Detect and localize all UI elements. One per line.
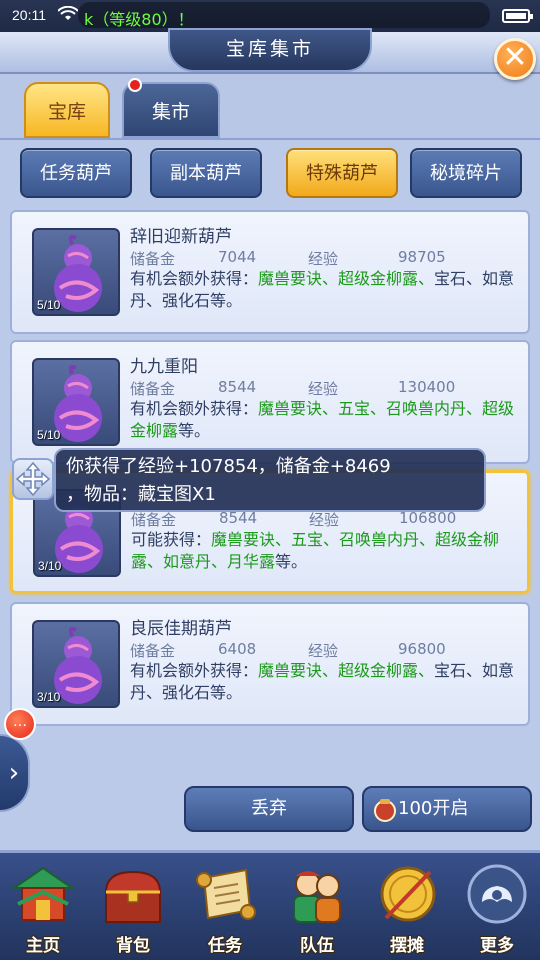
nav-tasks[interactable]: 任务: [184, 862, 266, 958]
item-description: 有机会额外获得：魔兽要诀、超级金柳露、宝石、如意丹、强化石等。: [130, 660, 522, 704]
jar-icon: [374, 799, 396, 822]
filter-secret-fragment[interactable]: 秘境碎片: [410, 148, 522, 198]
reserve-label: 储备金: [130, 380, 176, 398]
desc-prefix: 有机会额外获得：: [130, 399, 259, 418]
more-cloud-icon: [467, 864, 527, 924]
desc-highlight: 魔兽要诀、超级金柳露、: [258, 269, 435, 288]
nav-label: 任务: [208, 936, 242, 956]
stat-row: 储备金 8544 经验 106800: [131, 509, 521, 529]
nav-label: 背包: [116, 936, 150, 956]
treasure-chest-icon: [104, 870, 162, 923]
nav-more[interactable]: 更多: [456, 862, 538, 958]
nav-label: 更多: [480, 936, 514, 956]
announcement-ticker: k（等级80）！: [78, 2, 490, 28]
nav-label: 主页: [26, 936, 60, 956]
battery-icon: [502, 9, 533, 23]
reserve-label: 储备金: [130, 250, 176, 268]
reserve-value: 7044: [218, 248, 257, 266]
team-icon: [293, 871, 341, 923]
coin-icon: [380, 866, 436, 922]
gourd-thumbnail: 3/10: [32, 620, 120, 708]
gourd-thumbnail: 5/10: [32, 358, 120, 446]
stat-row: 储备金 8544 经验 130400: [130, 378, 520, 398]
close-icon: ✕: [502, 40, 528, 75]
reserve-label: 储备金: [130, 642, 176, 660]
move-handle[interactable]: [12, 458, 54, 500]
open-button-label: 100开启: [398, 798, 469, 819]
desc-prefix: 有机会额外获得：: [130, 661, 259, 680]
desc-prefix: 可能获得：: [131, 530, 212, 549]
exp-value: 98705: [398, 248, 446, 266]
exp-value: 130400: [398, 378, 456, 396]
filter-task-gourd[interactable]: 任务葫芦: [20, 148, 132, 198]
filter-dungeon-gourd[interactable]: 副本葫芦: [150, 148, 262, 198]
notification-dot: [128, 78, 142, 92]
item-name: 辞旧迎新葫芦: [130, 227, 232, 247]
item-description: 有机会额外获得：魔兽要诀、五宝、召唤兽内丹、超级金柳露等。: [130, 398, 522, 442]
desc-prefix: 有机会额外获得：: [130, 269, 259, 288]
item-count: 3/10: [38, 559, 62, 573]
exp-label: 经验: [308, 250, 339, 268]
stat-row: 储备金 7044 经验 98705: [130, 248, 520, 268]
move-arrows-icon: [15, 461, 51, 497]
nav-label: 队伍: [300, 936, 334, 956]
discard-button[interactable]: 丢弃: [184, 786, 354, 832]
item-count: 3/10: [37, 690, 61, 704]
wifi-icon: [58, 6, 78, 20]
item-description: 可能获得：魔兽要诀、五宝、召唤兽内丹、超级金柳露、如意丹、月华露等。: [131, 529, 523, 573]
exp-label: 经验: [308, 380, 339, 398]
reward-toast: 你获得了经验+107854，储备金+8469 ，物品：藏宝图X1: [54, 448, 486, 512]
desc-suffix: 等。: [178, 421, 211, 440]
scroll-icon: [196, 868, 256, 920]
nav-stall[interactable]: 摆摊: [366, 862, 448, 958]
nav-home[interactable]: 主页: [2, 862, 84, 958]
reserve-label: 储备金: [131, 511, 177, 529]
filter-special-gourd[interactable]: 特殊葫芦: [286, 148, 398, 198]
toast-line-2: ，物品：藏宝图X1: [66, 484, 216, 505]
chevron-right-icon: ›: [8, 758, 20, 788]
item-name: 良辰佳期葫芦: [130, 619, 232, 639]
reserve-value: 6408: [218, 640, 257, 658]
nav-label: 摆摊: [390, 936, 424, 956]
close-button[interactable]: ✕: [494, 38, 536, 80]
nav-team[interactable]: 队伍: [276, 862, 358, 958]
open-button[interactable]: 100开启: [362, 786, 532, 832]
nav-bag[interactable]: 背包: [92, 862, 174, 958]
toast-line-1: 你获得了经验+107854，储备金+8469: [66, 456, 391, 477]
stat-row: 储备金 6408 经验 96800: [130, 640, 520, 660]
exp-value: 96800: [398, 640, 446, 658]
item-card[interactable]: 5/10 辞旧迎新葫芦 储备金 7044 经验 98705 有机会额外获得：魔兽…: [10, 210, 530, 334]
item-name: 九九重阳: [130, 357, 198, 377]
page-title: 宝库集市: [168, 28, 372, 72]
status-time: 20:11: [12, 7, 46, 23]
item-count: 5/10: [37, 428, 61, 442]
side-badge[interactable]: …: [4, 708, 36, 740]
exp-label: 经验: [309, 511, 340, 529]
item-description: 有机会额外获得：魔兽要诀、超级金柳露、宝石、如意丹、强化石等。: [130, 268, 522, 312]
desc-suffix: 等。: [275, 552, 308, 571]
exp-label: 经验: [308, 642, 339, 660]
tab-treasury[interactable]: 宝库: [24, 82, 110, 138]
ticker-text: k（等级80）！: [84, 10, 194, 28]
item-card[interactable]: 3/10 良辰佳期葫芦 储备金 6408 经验 96800 有机会额外获得：魔兽…: [10, 602, 530, 726]
gourd-thumbnail: 5/10: [32, 228, 120, 316]
reserve-value: 8544: [218, 378, 257, 396]
item-card[interactable]: 5/10 九九重阳 储备金 8544 经验 130400 有机会额外获得：魔兽要…: [10, 340, 530, 464]
item-count: 5/10: [37, 298, 61, 312]
desc-highlight: 魔兽要诀、超级金柳露、: [258, 661, 435, 680]
home-pagoda-icon: [10, 866, 76, 921]
